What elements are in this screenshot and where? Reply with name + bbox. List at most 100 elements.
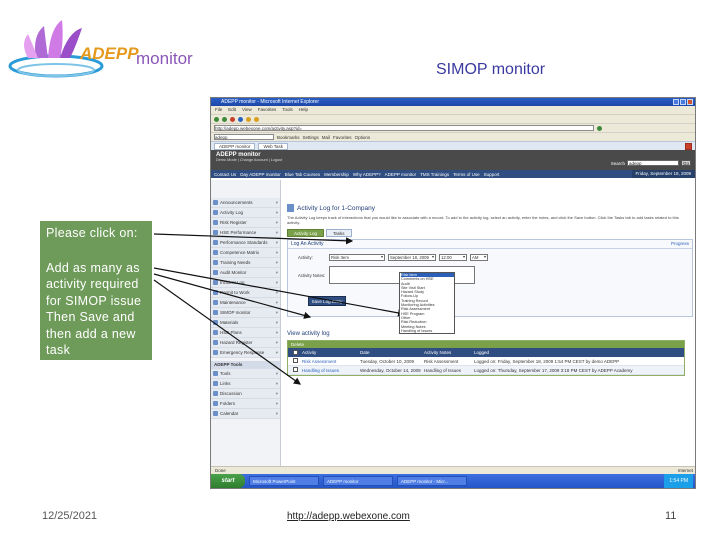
back-icon[interactable] bbox=[214, 116, 219, 122]
sidebar-item[interactable]: Risk Register ▾ bbox=[211, 218, 280, 228]
sidebar-item[interactable]: HSE Performance ▾ bbox=[211, 228, 280, 238]
menu-help[interactable]: Help bbox=[299, 106, 308, 114]
table-row: Risk Assessment Tuesday, October 10, 200… bbox=[288, 357, 684, 366]
nav-item[interactable]: Why ADEPP? bbox=[353, 172, 381, 177]
sidebar-item[interactable]: Audit Monitor ▾ bbox=[211, 268, 280, 278]
nav-item[interactable]: Blue Tab Courses bbox=[285, 172, 320, 177]
tab-adepp-monitor[interactable]: ADEPP monitor bbox=[214, 142, 256, 150]
toolbar-options[interactable]: Options bbox=[355, 135, 371, 140]
sidebar-tool[interactable]: Calendar ▾ bbox=[211, 409, 280, 419]
dropdown-option[interactable]: Handling of Issues bbox=[401, 329, 454, 333]
sidebar-item[interactable]: Emergency Response ▾ bbox=[211, 348, 280, 358]
sidebar-item[interactable]: Competence Matrix ▾ bbox=[211, 248, 280, 258]
column-header[interactable]: Logged bbox=[474, 350, 684, 355]
chevron-down-icon: ▾ bbox=[275, 370, 278, 376]
page-icon bbox=[213, 230, 218, 235]
progress-link[interactable]: Progress bbox=[671, 241, 689, 246]
page-icon bbox=[213, 280, 218, 285]
toolbar-search-input[interactable]: adepp bbox=[214, 134, 274, 140]
links-bar: adepp Bookmarks Settings Mail Favorites … bbox=[211, 132, 695, 141]
start-button[interactable]: start bbox=[211, 474, 245, 488]
link-icon bbox=[213, 381, 218, 386]
sidebar-item[interactable]: Maintenance ▾ bbox=[211, 298, 280, 308]
sidebar-item[interactable]: Announcements ▾ bbox=[211, 198, 280, 208]
nav-item[interactable]: TMS Trainings bbox=[420, 172, 449, 177]
nav-item[interactable]: Membership bbox=[324, 172, 349, 177]
sidebar-item[interactable]: Incident Log ▾ bbox=[211, 278, 280, 288]
sidebar-item[interactable]: HSE Plans ▾ bbox=[211, 328, 280, 338]
close-tab-icon[interactable] bbox=[685, 142, 692, 150]
menu-tools[interactable]: Tools bbox=[282, 106, 293, 114]
toolbar-bookmarks[interactable]: Bookmarks bbox=[277, 135, 300, 140]
ampm-select[interactable]: AM bbox=[470, 254, 488, 261]
sidebar-tool[interactable]: Tools ▾ bbox=[211, 369, 280, 379]
toolbar-settings[interactable]: Settings bbox=[303, 135, 319, 140]
sidebar-item[interactable]: Materials ▾ bbox=[211, 318, 280, 328]
chevron-down-icon: ▾ bbox=[275, 239, 278, 245]
sidebar-section-title: ADEPP Tools bbox=[211, 361, 280, 369]
window-title: ADEPP monitor - Microsoft Internet Explo… bbox=[221, 99, 319, 105]
refresh-icon[interactable] bbox=[238, 116, 243, 122]
footer-url[interactable]: http://adepp.webexone.com bbox=[287, 511, 410, 522]
forward-icon[interactable] bbox=[222, 116, 227, 122]
column-header[interactable]: Activity Notes bbox=[424, 350, 474, 355]
app-search-input[interactable]: adepp bbox=[627, 160, 679, 166]
taskbar-item[interactable]: ADEPP monitor - Micr... bbox=[397, 476, 467, 486]
minimize-icon[interactable] bbox=[673, 99, 679, 105]
close-icon[interactable] bbox=[687, 99, 693, 105]
favorites-icon[interactable] bbox=[254, 116, 259, 122]
row-checkbox[interactable] bbox=[292, 367, 298, 372]
discussion-icon bbox=[213, 391, 218, 396]
sidebar-item[interactable]: Activity Log ▾ bbox=[211, 208, 280, 218]
stop-icon[interactable] bbox=[230, 116, 235, 122]
row-checkbox[interactable] bbox=[292, 358, 298, 363]
maximize-icon[interactable] bbox=[680, 99, 686, 105]
activity-log-table: Delete Activity Date Activity Notes Logg… bbox=[287, 340, 685, 376]
sidebar-item[interactable]: Performance Standards ▾ bbox=[211, 238, 280, 248]
chevron-down-icon: ▾ bbox=[275, 349, 278, 355]
home-icon[interactable] bbox=[246, 116, 251, 122]
delete-link[interactable]: Delete bbox=[288, 341, 684, 348]
sidebar-item[interactable]: Hazard Register ▾ bbox=[211, 338, 280, 348]
taskbar-item[interactable]: Microsoft PowerPoint bbox=[249, 476, 319, 486]
nav-item[interactable]: Day ADEPP monitor bbox=[240, 172, 280, 177]
date-select[interactable]: September 18, 2009 bbox=[388, 254, 436, 261]
callout-line-2: Add as many as activity required for SIM… bbox=[46, 260, 142, 358]
activity-select[interactable]: Risk Item bbox=[329, 254, 385, 261]
activity-link[interactable]: Risk Assessment bbox=[302, 359, 360, 364]
sidebar-item[interactable]: SIMOP monitor ▾ bbox=[211, 308, 280, 318]
save-log-entry-button[interactable]: Save Log Entry bbox=[308, 296, 346, 306]
address-input[interactable]: http://adepp.webexone.com/activity.asp?i… bbox=[214, 125, 594, 131]
nav-item[interactable]: Terms of Use bbox=[453, 172, 480, 177]
sidebar-tool[interactable]: Links ▾ bbox=[211, 379, 280, 389]
tab-activity-log[interactable]: Activity Log bbox=[287, 229, 325, 237]
toolbar-mail[interactable]: Mail bbox=[322, 135, 330, 140]
calendar-icon bbox=[213, 411, 218, 416]
tab-web-task[interactable]: Web Task bbox=[258, 142, 289, 150]
nav-item[interactable]: ADEPP monitor bbox=[385, 172, 416, 177]
page-icon bbox=[213, 330, 218, 335]
toolbar-favorites[interactable]: Favorites bbox=[333, 135, 352, 140]
menu-edit[interactable]: Edit bbox=[228, 106, 236, 114]
menu-view[interactable]: View bbox=[242, 106, 252, 114]
page-icon bbox=[213, 210, 218, 215]
menu-file[interactable]: File bbox=[215, 106, 222, 114]
menu-favorites[interactable]: Favorites bbox=[258, 106, 277, 114]
nav-item[interactable]: Support bbox=[484, 172, 500, 177]
tab-tasks[interactable]: Tasks bbox=[326, 229, 352, 237]
browser-screenshot: ADEPP monitor - Microsoft Internet Explo… bbox=[210, 97, 696, 489]
search-go-button[interactable]: Go bbox=[681, 160, 691, 166]
time-select[interactable]: 12:00 bbox=[439, 254, 467, 261]
page-icon bbox=[213, 340, 218, 345]
activity-link[interactable]: Handling of Issues bbox=[302, 368, 360, 373]
column-header[interactable]: Date bbox=[360, 350, 424, 355]
sidebar-item[interactable]: Permit to Work ▾ bbox=[211, 288, 280, 298]
sidebar-tool[interactable]: Discussion ▾ bbox=[211, 389, 280, 399]
sidebar-item[interactable]: Training Needs ▾ bbox=[211, 258, 280, 268]
go-icon[interactable] bbox=[597, 125, 602, 131]
select-all-checkbox[interactable] bbox=[292, 349, 298, 355]
taskbar-item[interactable]: ADEPP monitor bbox=[323, 476, 393, 486]
nav-item[interactable]: Contact Us bbox=[214, 172, 236, 177]
sidebar-tool[interactable]: Folders ▾ bbox=[211, 399, 280, 409]
column-header[interactable]: Activity bbox=[302, 350, 360, 355]
